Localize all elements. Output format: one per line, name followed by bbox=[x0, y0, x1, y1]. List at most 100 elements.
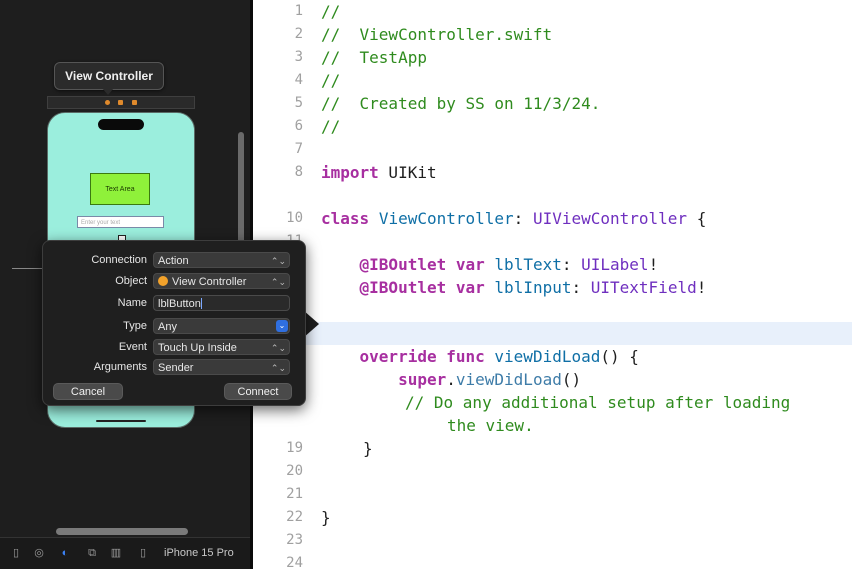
arguments-select[interactable]: Sender ⌃⌄ bbox=[153, 359, 290, 375]
line-number: 21 bbox=[286, 486, 303, 502]
layout-icon[interactable]: ▥ bbox=[110, 547, 122, 559]
attribute: @IBOutlet bbox=[359, 278, 447, 297]
class-name: ViewController bbox=[378, 209, 514, 228]
name-row: Name lblButton bbox=[43, 294, 305, 312]
connection-select[interactable]: Action ⌃⌄ bbox=[153, 252, 290, 268]
punctuation: () { bbox=[600, 347, 639, 366]
code-line-comment[interactable]: // TestApp bbox=[321, 46, 427, 69]
keyword: var bbox=[455, 278, 485, 297]
keyword: func bbox=[446, 347, 485, 366]
method-call: viewDidLoad bbox=[455, 370, 562, 389]
first-responder-icon[interactable] bbox=[118, 100, 123, 105]
text-area-label[interactable]: Text Area bbox=[90, 173, 150, 205]
line-number: 23 bbox=[286, 532, 303, 548]
object-value: View Controller bbox=[172, 276, 247, 288]
arguments-label: Arguments bbox=[93, 361, 147, 373]
dynamic-island bbox=[98, 119, 144, 130]
line-number: 20 bbox=[286, 463, 303, 479]
orientation-icon[interactable]: ⧉ bbox=[86, 547, 98, 559]
punctuation: ! bbox=[696, 278, 707, 297]
line-number: 8 bbox=[294, 164, 303, 180]
appearance-icon[interactable]: ◐ bbox=[59, 547, 71, 559]
punctuation: : bbox=[513, 209, 533, 228]
punctuation: . bbox=[446, 370, 456, 389]
chevron-updown-icon: ⌃⌄ bbox=[270, 256, 286, 266]
connect-button[interactable]: Connect bbox=[224, 383, 292, 400]
chevron-updown-icon: ⌃⌄ bbox=[270, 343, 286, 353]
property-name: lblInput bbox=[494, 278, 572, 297]
code-line-comment[interactable]: // Created by SS on 11/3/24. bbox=[321, 92, 600, 115]
code-line-comment[interactable]: // bbox=[321, 0, 340, 23]
code-editor[interactable]: 1 2 3 4 5 6 7 8 10 11 12 13 18 19 20 21 … bbox=[253, 0, 852, 569]
device-selector[interactable]: iPhone 15 Pro bbox=[164, 547, 234, 559]
code-line-super-call[interactable]: super.viewDidLoad() bbox=[321, 368, 581, 391]
keyword: override bbox=[359, 347, 437, 366]
type-label: Type bbox=[123, 320, 147, 332]
scene-title-tooltip: View Controller bbox=[54, 62, 164, 90]
name-value: lblButton bbox=[158, 298, 201, 310]
event-select[interactable]: Touch Up Inside ⌃⌄ bbox=[153, 339, 290, 355]
current-line-highlight bbox=[253, 322, 852, 345]
type-name: UILabel bbox=[581, 255, 649, 274]
line-number: 4 bbox=[294, 72, 303, 88]
arguments-row: Arguments Sender ⌃⌄ bbox=[43, 358, 305, 376]
connection-popup: Connection Action ⌃⌄ Object View Controll… bbox=[42, 240, 306, 406]
code-line-import[interactable]: import UIKit bbox=[321, 161, 437, 184]
line-number: 3 bbox=[294, 49, 303, 65]
line-number: 24 bbox=[286, 555, 303, 569]
scene-dock[interactable] bbox=[47, 96, 195, 109]
object-select[interactable]: View Controller ⌃⌄ bbox=[153, 273, 290, 289]
line-number: 19 bbox=[286, 440, 303, 456]
line-number: 22 bbox=[286, 509, 303, 525]
name-field[interactable]: lblButton bbox=[153, 295, 290, 311]
code-line-outlet[interactable]: @IBOutlet var lblInput: UITextField! bbox=[321, 276, 707, 299]
superclass-name: UIViewController bbox=[532, 209, 688, 228]
tooltip-arrow bbox=[102, 88, 114, 95]
cancel-button[interactable]: Cancel bbox=[53, 383, 123, 400]
name-label: Name bbox=[117, 297, 147, 309]
object-label: Object bbox=[115, 275, 147, 287]
connection-drag-line bbox=[12, 268, 42, 269]
connection-row: Connection Action ⌃⌄ bbox=[43, 251, 305, 269]
code-line-comment[interactable]: // Do any additional setup after loading bbox=[405, 391, 790, 414]
module-name: UIKit bbox=[378, 163, 437, 182]
code-line-comment[interactable]: // bbox=[321, 69, 340, 92]
code-line-outlet[interactable]: @IBOutlet var lblText: UILabel! bbox=[321, 253, 659, 276]
chevron-down-icon: ⌄ bbox=[276, 320, 288, 332]
document-outline-icon[interactable]: ▯ bbox=[10, 547, 22, 559]
event-label: Event bbox=[118, 341, 147, 353]
device-icon[interactable]: ▯ bbox=[137, 547, 149, 559]
view-controller-icon bbox=[158, 276, 168, 286]
text-field[interactable]: Enter your text bbox=[77, 216, 164, 228]
code-line-comment[interactable]: // ViewController.swift bbox=[321, 23, 552, 46]
chevron-updown-icon: ⌃⌄ bbox=[270, 363, 286, 373]
line-number: 5 bbox=[294, 95, 303, 111]
code-line-close-brace[interactable]: } bbox=[363, 437, 373, 460]
event-value: Touch Up Inside bbox=[158, 342, 237, 354]
line-number: 6 bbox=[294, 118, 303, 134]
home-indicator bbox=[96, 420, 146, 422]
type-select[interactable]: Any ⌄ bbox=[153, 318, 290, 334]
code-line-viewdidload[interactable]: override func viewDidLoad() { bbox=[321, 345, 639, 368]
line-number: 10 bbox=[286, 210, 303, 226]
view-controller-icon[interactable] bbox=[105, 100, 110, 105]
type-row: Type Any ⌄ bbox=[43, 317, 305, 335]
object-row: Object View Controller ⌃⌄ bbox=[43, 272, 305, 290]
punctuation: : bbox=[571, 278, 591, 297]
punctuation: { bbox=[687, 209, 707, 228]
accessibility-icon[interactable]: ◎ bbox=[33, 547, 45, 559]
punctuation: : bbox=[561, 255, 582, 274]
line-number: 7 bbox=[294, 141, 303, 157]
keyword: import bbox=[321, 163, 379, 182]
horizontal-scrollbar[interactable] bbox=[56, 528, 188, 535]
line-number: 1 bbox=[294, 3, 303, 19]
function-name: viewDidLoad bbox=[494, 347, 601, 366]
keyword: super bbox=[398, 370, 447, 389]
type-value: Any bbox=[158, 321, 177, 333]
code-line-comment[interactable]: // bbox=[321, 115, 340, 138]
code-line-comment[interactable]: the view. bbox=[447, 414, 534, 437]
code-line-class[interactable]: class ViewController: UIViewController { bbox=[321, 207, 706, 230]
code-line-close-brace[interactable]: } bbox=[321, 506, 331, 529]
exit-icon[interactable] bbox=[132, 100, 137, 105]
type-name: UITextField bbox=[590, 278, 697, 297]
